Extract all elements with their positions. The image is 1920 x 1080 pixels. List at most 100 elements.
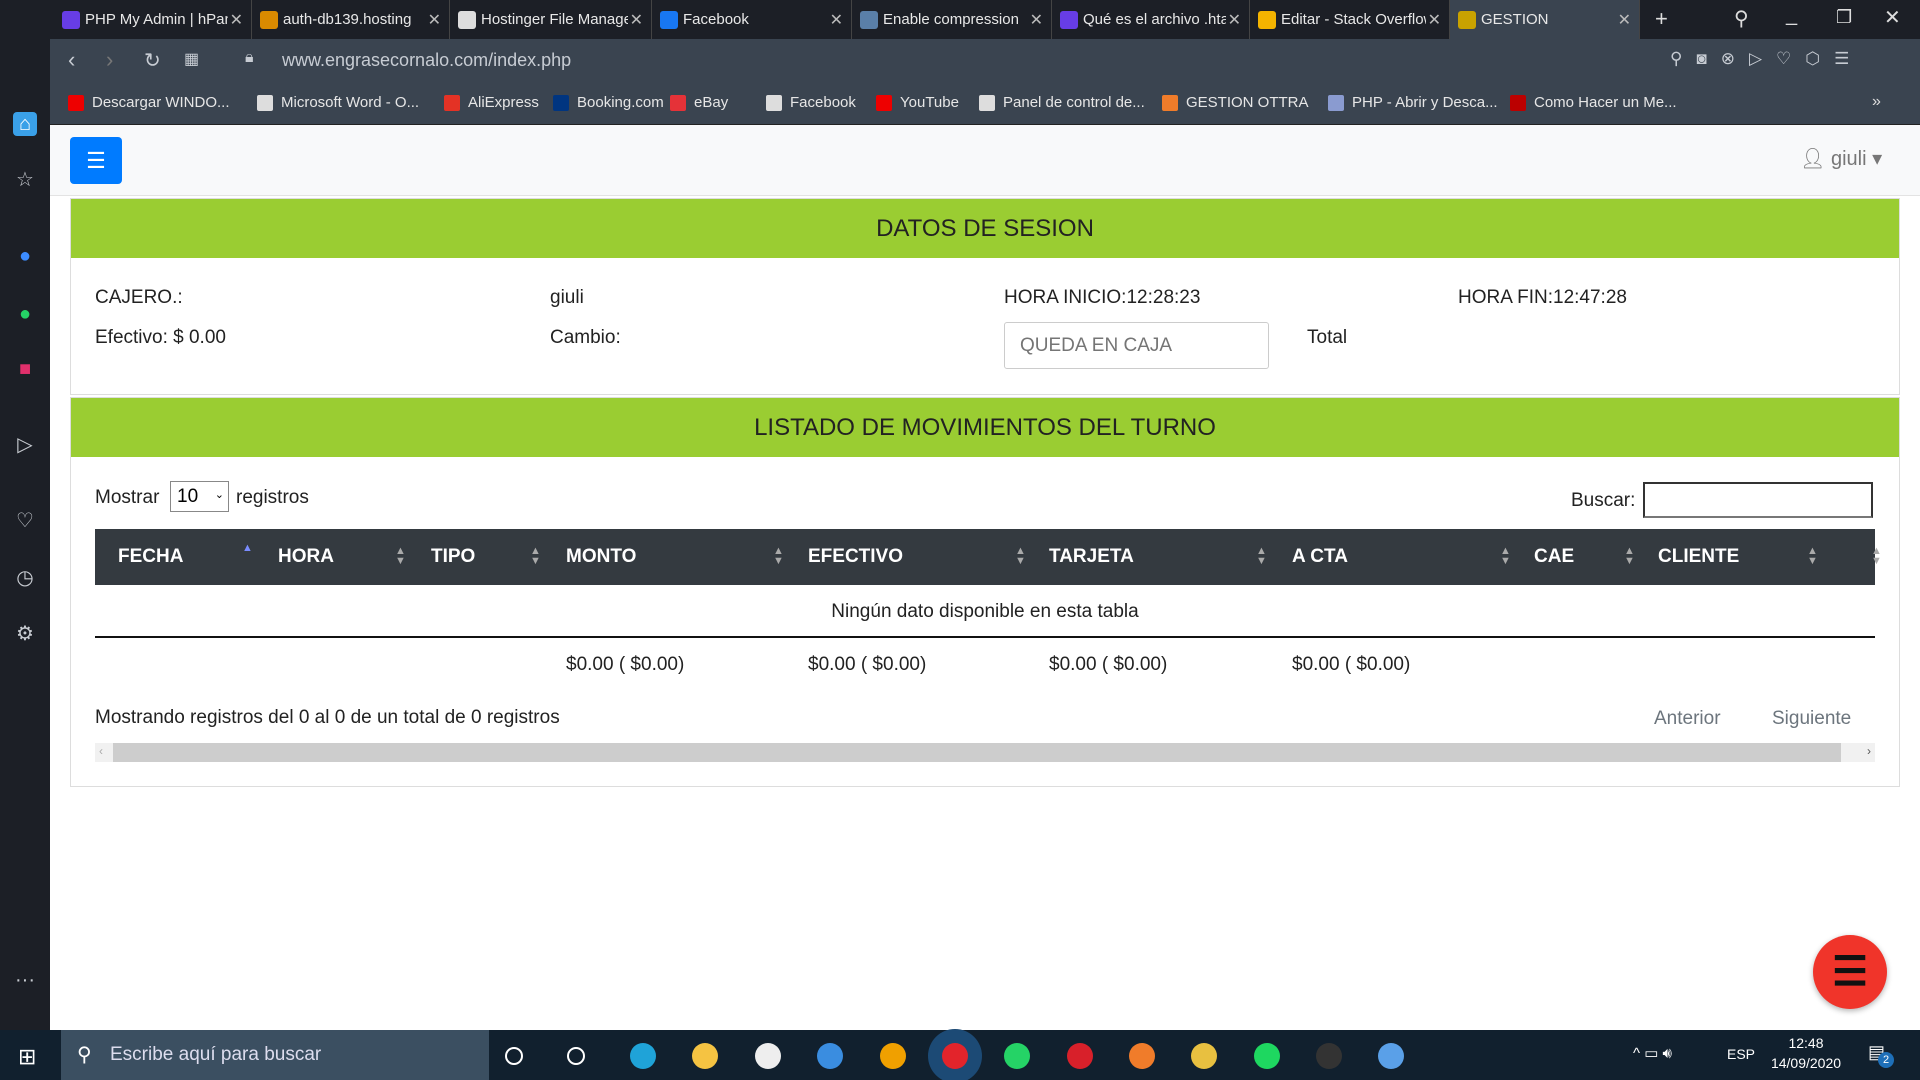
page-length-select[interactable]: 10 ⌄ (170, 481, 229, 512)
speed-dial-icon[interactable]: ▦ (184, 49, 199, 69)
sort-icon[interactable]: ▲ ▼ (1500, 546, 1511, 567)
column-header[interactable]: CLIENTE (1658, 546, 1739, 568)
app-icon[interactable] (880, 1043, 906, 1069)
taskbar-search[interactable]: ⚲ Escribe aquí para buscar (61, 1030, 489, 1080)
bookmark-item[interactable]: eBay (670, 94, 728, 111)
close-tab-icon[interactable]: ✕ (428, 10, 441, 30)
close-tab-icon[interactable]: ✕ (1228, 10, 1241, 30)
close-tab-icon[interactable]: ✕ (230, 10, 243, 30)
bookmark-item[interactable]: Panel de control de... (979, 94, 1145, 111)
address-bar-tools-icon[interactable]: ⚲◙⊗▷♡⬡☰ (1670, 49, 1863, 69)
url-field[interactable]: www.engrasecornalo.com/index.php (282, 50, 571, 71)
sort-icon[interactable]: ▲ ▼ (773, 546, 784, 567)
bookmark-item[interactable]: Como Hacer un Me... (1510, 94, 1677, 111)
windows-start-icon[interactable]: ⊞ (18, 1044, 36, 1070)
instagram-icon[interactable]: ■ (13, 357, 37, 381)
horizontal-scrollbar[interactable]: ‹ › (95, 743, 1875, 762)
bookmark-item[interactable]: Microsoft Word - O... (257, 94, 419, 111)
reload-icon[interactable]: ↻ (144, 48, 161, 73)
sidebar-toggle-button[interactable]: ☰ (70, 137, 122, 184)
whatsapp-icon[interactable] (1004, 1043, 1030, 1069)
store-icon[interactable] (755, 1043, 781, 1069)
bookmark-item[interactable]: YouTube (876, 94, 959, 111)
download-icon[interactable] (1316, 1043, 1342, 1069)
column-header[interactable]: HORA (278, 546, 334, 568)
close-window-icon[interactable]: ✕ (1884, 5, 1901, 30)
tray-icons[interactable]: ^ ▭ 🔊︎ (1633, 1044, 1672, 1062)
whatsapp-icon[interactable]: ● (13, 302, 37, 326)
timeline-icon[interactable] (567, 1047, 585, 1065)
browser-tab[interactable]: Qué es el archivo .htaccess✕ (1052, 0, 1250, 39)
browser-tab[interactable]: PHP My Admin | hPanel✕ (54, 0, 252, 39)
column-header[interactable]: EFECTIVO (808, 546, 903, 568)
bookmarks-icon[interactable]: ☆ (13, 168, 37, 192)
browser-tab[interactable]: auth-db139.hosting ✕ (252, 0, 450, 39)
app-icon[interactable] (1191, 1043, 1217, 1069)
browser-tab[interactable]: Facebook ✕ (652, 0, 852, 39)
back-icon[interactable]: ‹ (68, 47, 75, 73)
heart-icon[interactable]: ♡ (13, 509, 37, 533)
more-bookmarks-icon[interactable]: » (1872, 93, 1881, 111)
history-icon[interactable]: ◷ (13, 566, 37, 590)
column-header[interactable]: CAE (1534, 546, 1574, 568)
app-icon[interactable] (1378, 1043, 1404, 1069)
scroll-left-icon[interactable]: ‹ (99, 744, 103, 758)
opera-icon[interactable] (942, 1043, 968, 1069)
column-header[interactable]: TIPO (431, 546, 475, 568)
close-tab-icon[interactable]: ✕ (1428, 10, 1441, 30)
table-search-input[interactable] (1643, 482, 1873, 518)
sort-icon[interactable]: ▲ ▼ (530, 546, 541, 567)
settings-icon[interactable]: ⚙ (13, 622, 37, 646)
previous-page-button[interactable]: Anterior (1654, 708, 1721, 730)
bookmark-item[interactable]: Booking.com (553, 94, 664, 111)
restore-icon[interactable]: ❐ (1836, 7, 1852, 28)
sort-icon[interactable]: ▲ ▼ (1807, 546, 1818, 567)
new-tab-icon[interactable]: + (1655, 6, 1668, 32)
send-icon[interactable]: ▷ (13, 433, 37, 457)
browser-tab[interactable]: Enable compression ✕ (852, 0, 1052, 39)
bookmark-item[interactable]: AliExpress (444, 94, 539, 111)
close-tab-icon[interactable]: ✕ (630, 10, 643, 30)
bookmark-item[interactable]: GESTION OTTRA (1162, 94, 1309, 111)
scroll-right-icon[interactable]: › (1867, 744, 1871, 758)
column-header[interactable]: A CTA (1292, 546, 1348, 568)
more-icon[interactable]: ··· (13, 968, 37, 992)
spotify-icon[interactable] (1254, 1043, 1280, 1069)
bookmark-item[interactable]: Facebook (766, 94, 856, 111)
clock[interactable]: 12:48 14/09/2020 (1770, 1035, 1842, 1071)
sort-icon[interactable]: ▲ ▼ (1871, 546, 1882, 567)
next-page-button[interactable]: Siguiente (1772, 708, 1851, 730)
column-header[interactable]: FECHA (118, 546, 183, 568)
messenger-icon[interactable]: ● (13, 244, 37, 268)
task-view-icon[interactable] (505, 1047, 523, 1065)
queda-en-caja-input[interactable] (1004, 322, 1269, 369)
browser-tab[interactable]: Hostinger File Manager ✕ (450, 0, 652, 39)
notifications-icon[interactable]: ▤ 2 (1868, 1042, 1894, 1068)
column-header[interactable]: MONTO (566, 546, 636, 568)
forward-icon[interactable]: › (106, 47, 113, 73)
file-explorer-icon[interactable] (692, 1043, 718, 1069)
column-header[interactable]: TARJETA (1049, 546, 1134, 568)
sort-ascending-icon[interactable]: ▲ (242, 543, 253, 554)
language-indicator[interactable]: ESP (1727, 1046, 1755, 1062)
search-tabs-icon[interactable]: ⚲ (1734, 6, 1749, 31)
bookmark-item[interactable]: Descargar WINDO... (68, 94, 230, 111)
dx-icon[interactable] (1067, 1043, 1093, 1069)
edge-icon[interactable] (630, 1043, 656, 1069)
sort-icon[interactable]: ▲ ▼ (1624, 546, 1635, 567)
browser-tab[interactable]: Editar - Stack Overflow ✕ (1250, 0, 1450, 39)
sort-icon[interactable]: ▲ ▼ (395, 546, 406, 567)
task-list-fab[interactable]: ☰ (1813, 935, 1887, 1009)
mail-icon[interactable] (817, 1043, 843, 1069)
minimize-icon[interactable]: _ (1786, 4, 1797, 27)
close-tab-icon[interactable]: ✕ (830, 10, 843, 30)
sort-icon[interactable]: ▲ ▼ (1015, 546, 1026, 567)
bookmark-item[interactable]: PHP - Abrir y Desca... (1328, 94, 1498, 111)
xampp-icon[interactable] (1129, 1043, 1155, 1069)
close-tab-icon[interactable]: ✕ (1030, 10, 1043, 30)
home-icon[interactable]: ⌂ (13, 112, 37, 136)
browser-tab[interactable]: GESTION ✕ (1450, 0, 1640, 39)
close-tab-icon[interactable]: ✕ (1618, 10, 1631, 30)
user-menu[interactable]: 👤︎ giuli ▾ (1800, 146, 1882, 171)
scrollbar-thumb[interactable] (113, 743, 1841, 762)
